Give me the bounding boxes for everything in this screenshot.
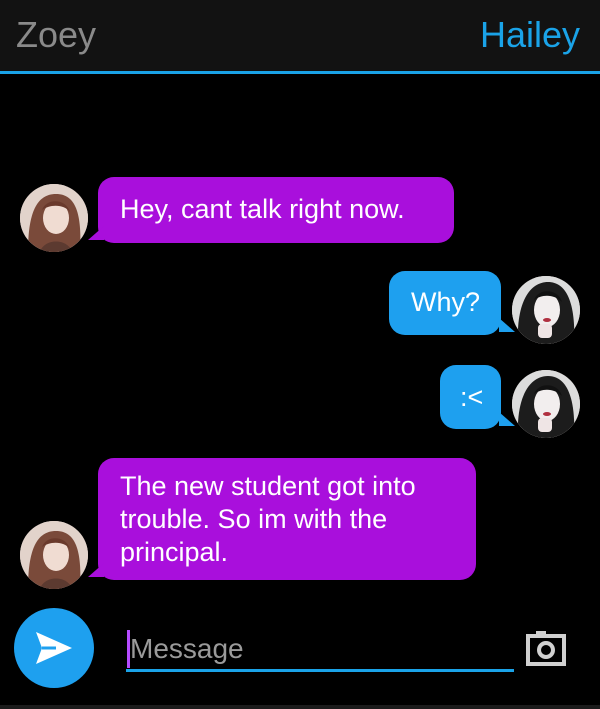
- message-bubble-outgoing[interactable]: :<: [440, 365, 501, 429]
- message-text-line: trouble. So im with the: [120, 504, 388, 534]
- send-button[interactable]: [14, 608, 94, 688]
- message-text: :<: [460, 382, 484, 412]
- message-text: Why?: [411, 287, 481, 317]
- avatar-zoey[interactable]: [20, 521, 88, 589]
- message-text: Hey, cant talk right now.: [120, 194, 405, 224]
- avatar-hailey-image: [512, 370, 580, 438]
- camera-icon: [526, 631, 566, 666]
- chat-header: Zoey Hailey: [0, 0, 600, 74]
- camera-button[interactable]: [524, 628, 568, 668]
- bubble-tail: [88, 563, 104, 577]
- avatar-zoey-image: [20, 521, 88, 589]
- message-text-line: principal.: [120, 537, 229, 567]
- avatar-hailey-image: [512, 276, 580, 344]
- message-text-line: The new student got into: [120, 471, 416, 501]
- message-bubble-incoming[interactable]: The new student got into trouble. So im …: [98, 458, 476, 580]
- self-name[interactable]: Hailey: [480, 14, 580, 56]
- avatar-zoey[interactable]: [20, 184, 88, 252]
- avatar-hailey[interactable]: [512, 276, 580, 344]
- message-bubble-incoming[interactable]: Hey, cant talk right now.: [98, 177, 454, 243]
- text-caret: [127, 630, 130, 668]
- avatar-hailey[interactable]: [512, 370, 580, 438]
- message-input[interactable]: [126, 628, 514, 672]
- bottom-divider: [0, 705, 600, 709]
- avatar-zoey-image: [20, 184, 88, 252]
- message-bubble-outgoing[interactable]: Why?: [389, 271, 501, 335]
- bubble-tail: [88, 226, 104, 240]
- contact-name[interactable]: Zoey: [16, 14, 96, 56]
- send-icon: [36, 632, 72, 664]
